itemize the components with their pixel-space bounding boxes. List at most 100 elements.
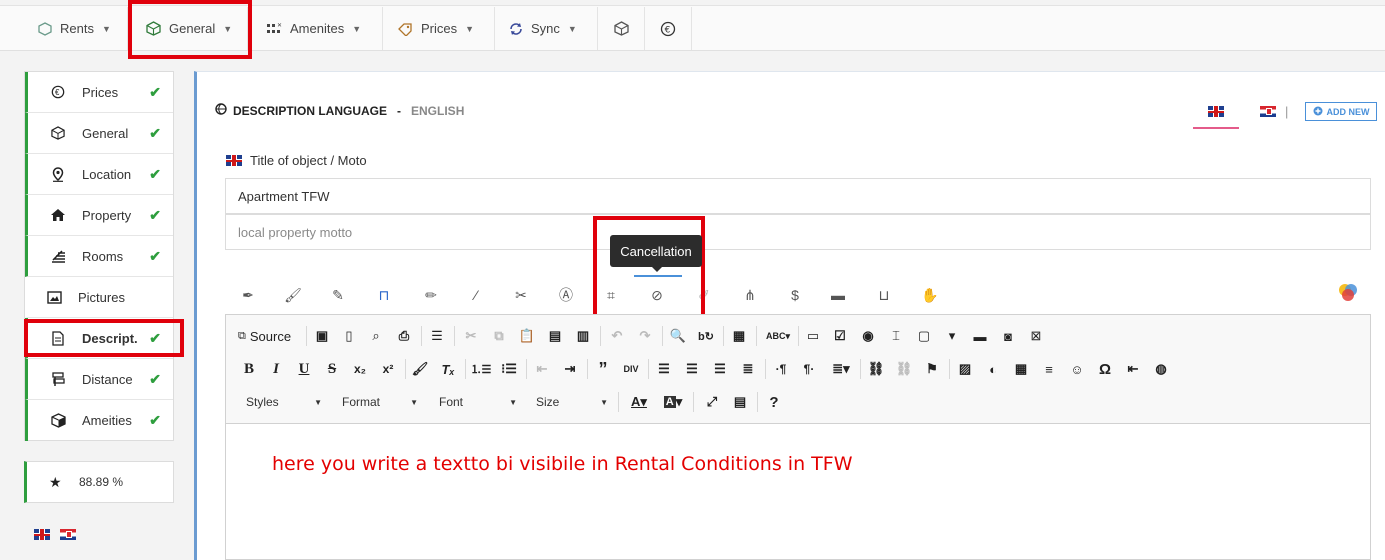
hand-icon[interactable]: ✋ xyxy=(921,286,939,304)
strikethrough-icon[interactable]: S xyxy=(321,358,343,380)
text-color-icon[interactable]: A▾ xyxy=(624,391,654,413)
underline-icon[interactable]: U xyxy=(293,358,315,380)
cut-icon[interactable]: ✂ xyxy=(460,325,482,347)
lang-tab-english[interactable] xyxy=(1193,96,1239,129)
button-icon[interactable]: ▬ xyxy=(969,325,991,347)
remove-format-icon[interactable]: Tₓ xyxy=(437,358,459,380)
link-icon[interactable]: ⛓ xyxy=(865,358,887,380)
blockquote-icon[interactable]: ” xyxy=(592,358,614,380)
door-icon[interactable]: ⊓ xyxy=(375,286,393,304)
nav-euro-button[interactable]: € xyxy=(645,7,692,50)
rtl-icon[interactable]: ¶· xyxy=(798,358,820,380)
editor-content[interactable]: here you write a textto bi visibile in R… xyxy=(272,453,852,475)
nav-prices[interactable]: Prices ▼ xyxy=(383,7,495,50)
bold-icon[interactable]: B xyxy=(238,358,260,380)
language-icon[interactable]: ≣▾ xyxy=(826,358,856,380)
show-blocks-icon[interactable]: ▤ xyxy=(729,391,751,413)
checkbox-icon[interactable]: ☑ xyxy=(829,325,851,347)
select-all-icon[interactable]: ▦ xyxy=(728,325,750,347)
sidebar-item-location[interactable]: Location ✔ xyxy=(25,154,173,195)
marker-icon[interactable]: ✎ xyxy=(329,286,347,304)
maximize-icon[interactable]: ⤢ xyxy=(701,391,723,413)
nav-amenites[interactable]: ✕ Amenites ▼ xyxy=(252,7,383,50)
new-page-icon[interactable]: ▯ xyxy=(338,325,360,347)
source-button[interactable]: ⧉ Source xyxy=(238,325,302,347)
styles-dropdown[interactable]: Styles ▼ xyxy=(238,391,326,413)
add-new-language-button[interactable]: ADD NEW xyxy=(1305,102,1377,121)
copy-format-icon[interactable]: 🖌 xyxy=(409,358,431,380)
sidebar-item-distance[interactable]: Distance ✔ xyxy=(25,359,173,400)
div-container-icon[interactable]: DIV xyxy=(620,358,642,380)
spellcheck-icon[interactable]: ABC▾ xyxy=(761,325,795,347)
ltr-icon[interactable]: ·¶ xyxy=(770,358,792,380)
paste-text-icon[interactable]: ▤ xyxy=(544,325,566,347)
sidebar-item-ameities[interactable]: Ameities ✔ xyxy=(25,400,173,441)
align-right-icon[interactable]: ☰ xyxy=(709,358,731,380)
bath-icon[interactable]: ⊔ xyxy=(875,286,893,304)
nav-sync[interactable]: Sync ▼ xyxy=(495,7,598,50)
italic-icon[interactable]: I xyxy=(265,358,287,380)
paste-icon[interactable]: 📋 xyxy=(516,325,538,347)
print-icon[interactable]: ⎙ xyxy=(393,325,415,347)
size-dropdown[interactable]: Size ▼ xyxy=(528,391,612,413)
font-dropdown[interactable]: Font ▼ xyxy=(431,391,521,413)
superscript-icon[interactable]: x² xyxy=(377,358,399,380)
sidebar-item-property[interactable]: Property ✔ xyxy=(25,195,173,236)
nav-cube-button[interactable] xyxy=(598,7,645,50)
anchor-icon[interactable]: ⚑ xyxy=(921,358,943,380)
dropper-icon[interactable]: ⁄ xyxy=(467,286,485,304)
paste-word-icon[interactable]: ▥ xyxy=(572,325,594,347)
copy-icon[interactable]: ⧉ xyxy=(488,325,510,347)
flash-icon[interactable]: ◐ xyxy=(982,358,1004,380)
sidebar-item-pictures[interactable]: Pictures xyxy=(25,277,173,318)
numbered-list-icon[interactable]: ⒈☰ xyxy=(470,358,492,380)
replace-icon[interactable]: b↻ xyxy=(695,325,717,347)
textarea-icon[interactable]: ▢ xyxy=(913,325,935,347)
bed-icon[interactable]: ▬ xyxy=(829,286,847,304)
templates-icon[interactable]: ☰ xyxy=(426,325,448,347)
help-icon[interactable]: ? xyxy=(763,391,785,413)
pencil-icon[interactable]: ✏ xyxy=(422,286,440,304)
nav-rents[interactable]: Rents ▼ xyxy=(24,7,128,50)
align-left-icon[interactable]: ☰ xyxy=(653,358,675,380)
drafting-compass-icon[interactable]: Ⓐ xyxy=(557,286,575,304)
undo-icon[interactable]: ↶ xyxy=(606,325,628,347)
tools-icon[interactable]: ✂ xyxy=(512,286,530,304)
format-dropdown[interactable]: Format ▼ xyxy=(334,391,422,413)
find-icon[interactable]: 🔍 xyxy=(667,325,689,347)
pen-nib-icon[interactable]: ✒ xyxy=(239,286,257,304)
sidebar-item-prices[interactable]: € Prices ✔ xyxy=(25,72,173,113)
iframe-icon[interactable]: ◍ xyxy=(1150,358,1172,380)
special-char-icon[interactable]: Ω xyxy=(1094,358,1116,380)
sidebar-item-general[interactable]: General ✔ xyxy=(25,113,173,154)
image-icon[interactable]: ▨ xyxy=(954,358,976,380)
save-icon[interactable]: ▣ xyxy=(311,325,333,347)
indent-icon[interactable]: ⇥ xyxy=(559,358,581,380)
croatia-flag-icon[interactable] xyxy=(60,529,76,540)
uk-flag-icon[interactable] xyxy=(34,529,50,540)
image-button-icon[interactable]: ◙ xyxy=(997,325,1019,347)
unlink-icon[interactable]: ⛓ xyxy=(893,358,915,380)
table-icon[interactable]: ▦ xyxy=(1010,358,1032,380)
brush-icon[interactable]: 🖌 xyxy=(284,286,302,304)
preview-icon[interactable]: ⌕ xyxy=(365,325,387,347)
page-break-icon[interactable]: ⇤ xyxy=(1122,358,1144,380)
horizontal-line-icon[interactable]: ≡ xyxy=(1038,358,1060,380)
network-icon[interactable]: ⋔ xyxy=(741,286,759,304)
title-input[interactable] xyxy=(225,178,1371,214)
subscript-icon[interactable]: x₂ xyxy=(349,358,371,380)
form-icon[interactable]: ▭ xyxy=(802,325,824,347)
justify-icon[interactable]: ≣ xyxy=(737,358,759,380)
background-color-icon[interactable]: A ▾ xyxy=(658,391,688,413)
bulleted-list-icon[interactable]: ⁝☰ xyxy=(498,358,520,380)
smiley-icon[interactable]: ☺ xyxy=(1066,358,1088,380)
motto-input[interactable] xyxy=(225,214,1371,250)
radio-icon[interactable]: ◉ xyxy=(857,325,879,347)
textfield-icon[interactable]: ⌶ xyxy=(885,325,907,347)
redo-icon[interactable]: ↷ xyxy=(634,325,656,347)
dollar-icon[interactable]: $ xyxy=(786,286,804,304)
sidebar-item-rooms[interactable]: Rooms ✔ xyxy=(25,236,173,277)
color-wheel-icon[interactable] xyxy=(1337,281,1359,306)
align-center-icon[interactable]: ☰ xyxy=(681,358,703,380)
outdent-icon[interactable]: ⇤ xyxy=(531,358,553,380)
